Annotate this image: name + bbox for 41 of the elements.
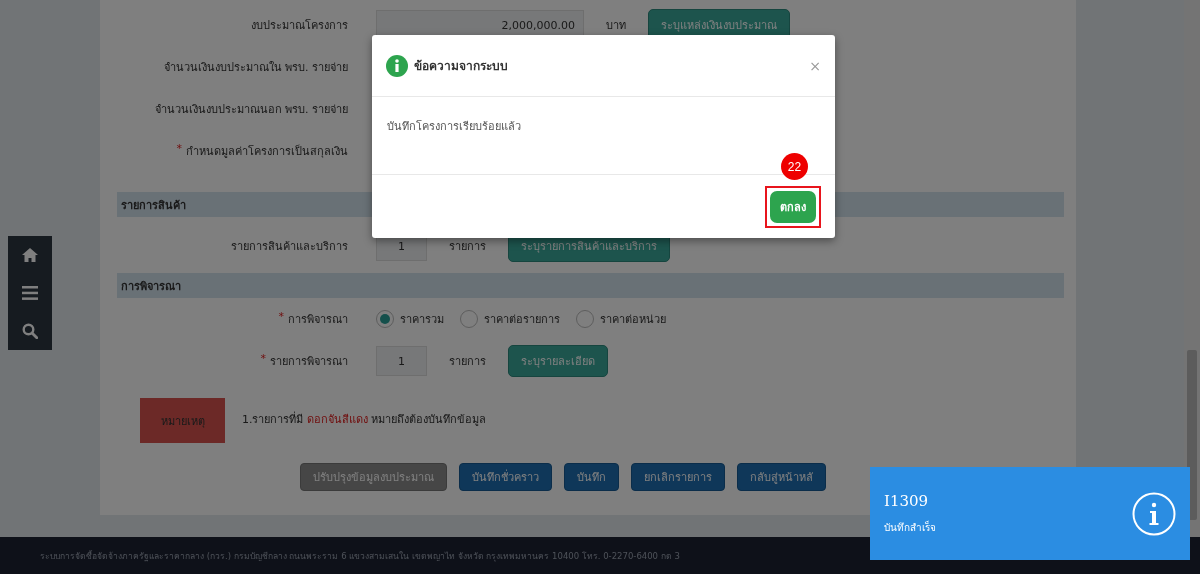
search-icon[interactable] bbox=[22, 322, 38, 339]
input-field[interactable]: 1 bbox=[376, 346, 427, 376]
action-button[interactable]: บันทึกชั่วคราว bbox=[459, 463, 552, 491]
field-label: งบประมาณโครงการ bbox=[251, 18, 348, 34]
note-text: 1.รายการที่มี ดอกจันสีแดง หมายถึงต้องบันทึกข้อมูล bbox=[242, 410, 487, 428]
radio-button[interactable] bbox=[376, 310, 394, 328]
note-badge: หมายเหตุ bbox=[140, 398, 225, 443]
action-button[interactable]: กลับสู่หน้าหลั bbox=[737, 463, 826, 491]
field-label: การพิจารณา bbox=[288, 312, 348, 328]
required-mark: * bbox=[278, 310, 284, 325]
step-badge: 22 bbox=[781, 153, 808, 180]
dialog-title: ข้อความจากระบบ bbox=[414, 58, 509, 75]
field-label: กำหนดมูลค่าโครงการเป็นสกุลเงิน bbox=[186, 143, 348, 160]
unit-label: รายการ bbox=[449, 354, 486, 370]
action-button[interactable]: ยกเลิกรายการ bbox=[631, 463, 725, 491]
home-icon[interactable] bbox=[21, 247, 39, 264]
info-icon bbox=[386, 54, 408, 77]
specify-button[interactable]: ระบุรายละเอียด bbox=[508, 345, 608, 377]
radio-label: ราคาต่อรายการ bbox=[484, 312, 560, 328]
ok-button[interactable]: ตกลง bbox=[770, 190, 816, 223]
scrollbar-thumb[interactable] bbox=[1187, 350, 1197, 520]
field-label: รายการพิจารณา bbox=[270, 354, 348, 370]
required-mark: * bbox=[260, 352, 266, 367]
dialog-message: บันทึกโครงการเรียบร้อยแล้ว bbox=[387, 120, 521, 133]
radio-label: ราคาต่อหน่วย bbox=[600, 312, 666, 328]
unit-label: บาท bbox=[606, 18, 626, 34]
field-label: รายการสินค้าและบริการ bbox=[231, 239, 348, 255]
menu-icon[interactable] bbox=[22, 286, 38, 300]
field-label: จำนวนเงินงบประมาณใน พรบ. รายจ่าย bbox=[163, 60, 348, 76]
toast-message: บันทึกสำเร็จ bbox=[884, 520, 937, 535]
radio-button[interactable] bbox=[460, 310, 478, 328]
unit-label: รายการ bbox=[449, 239, 486, 255]
required-mark: * bbox=[176, 142, 182, 157]
info-icon bbox=[1132, 491, 1176, 536]
action-button[interactable]: บันทึก bbox=[564, 463, 619, 491]
section-header: การพิจารณา bbox=[117, 273, 1064, 298]
close-button[interactable]: × bbox=[809, 57, 821, 74]
toast-code: I1309 bbox=[884, 492, 930, 510]
field-label: จำนวนเงินงบประมาณนอก พรบ. รายจ่าย bbox=[154, 102, 348, 118]
radio-button[interactable] bbox=[576, 310, 594, 328]
radio-label: ราคารวม bbox=[400, 312, 444, 328]
